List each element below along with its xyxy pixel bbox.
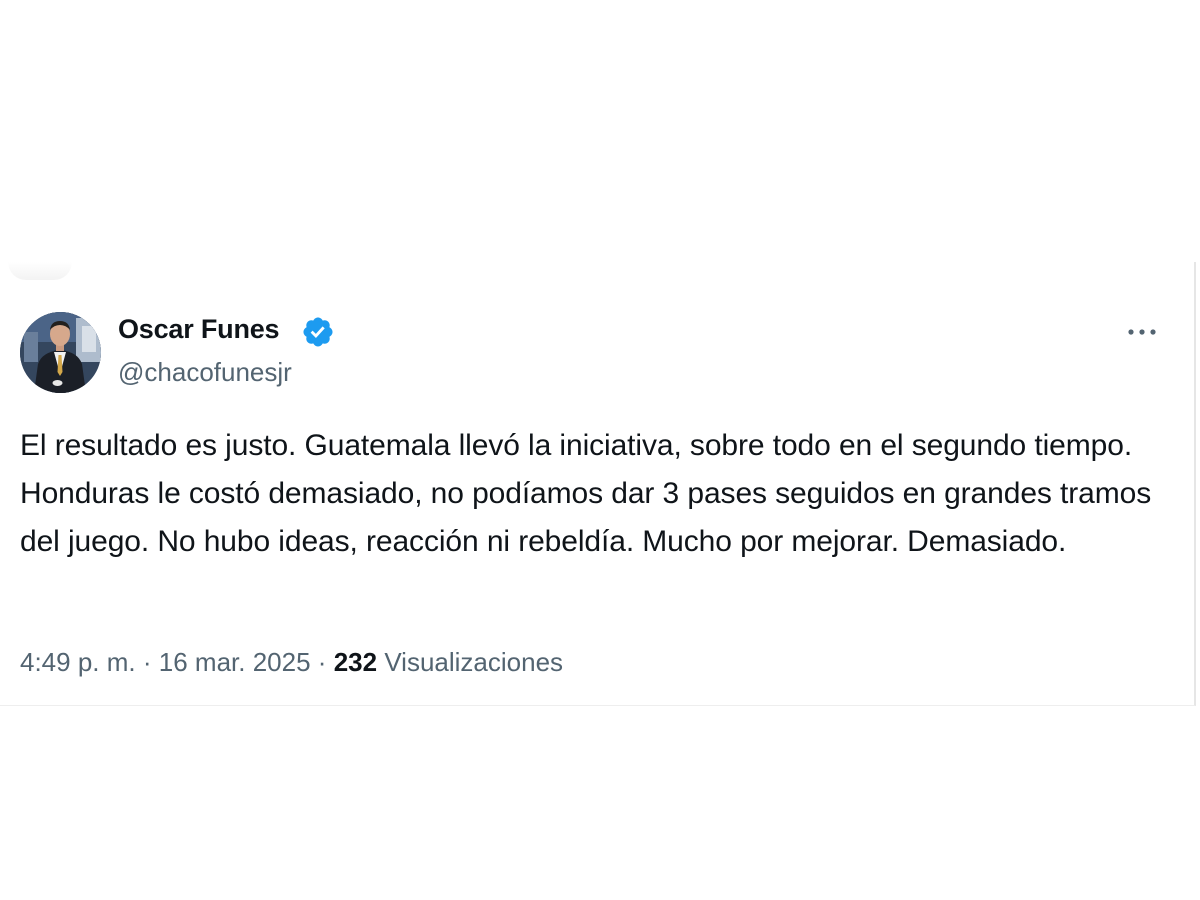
avatar-photo	[20, 312, 101, 393]
tweet-metadata: 4:49 p. m. · 16 mar. 2025 · 232 Visualiz…	[20, 647, 563, 678]
more-options-button[interactable]	[1120, 316, 1164, 348]
tweet-text: El resultado es justo. Guatemala llevó l…	[20, 429, 1152, 558]
separator-dot: ·	[142, 647, 152, 677]
tweet-date[interactable]: 16 mar. 2025	[159, 647, 311, 677]
separator-dot: ·	[317, 647, 327, 677]
more-options-icon	[1128, 329, 1156, 335]
tweet-card: Oscar Funes @chacofunesjr El resultado e…	[0, 262, 1196, 706]
views-label: Visualizaciones	[384, 647, 564, 677]
verified-badge-icon	[303, 317, 333, 347]
avatar[interactable]	[20, 312, 101, 393]
views-count: 232	[333, 647, 378, 677]
author-display-name[interactable]: Oscar Funes	[118, 314, 280, 345]
author-handle[interactable]: @chacofunesjr	[118, 357, 292, 388]
previous-avatar-edge	[8, 262, 72, 280]
tweet-time[interactable]: 4:49 p. m.	[20, 647, 136, 677]
